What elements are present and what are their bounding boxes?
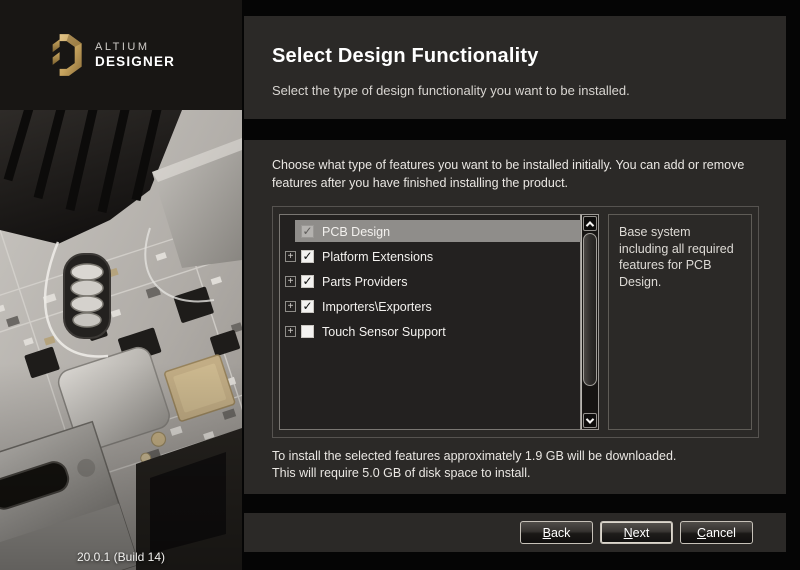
header-panel: Select Design Functionality Select the t… xyxy=(244,16,786,119)
scrollbar-thumb[interactable] xyxy=(583,233,597,386)
main-panel: Choose what type of features you want to… xyxy=(244,140,786,494)
scrollbar-track[interactable] xyxy=(583,232,597,412)
expand-toggle-icon[interactable]: + xyxy=(285,326,296,337)
feature-checkbox[interactable]: ✓ xyxy=(301,225,314,238)
chevron-down-icon xyxy=(586,415,594,423)
feature-row-touch-sensor-support[interactable]: + ✓ Touch Sensor Support xyxy=(280,319,581,344)
feature-row-platform-extensions[interactable]: + ✓ Platform Extensions xyxy=(280,244,581,269)
feature-row-importers-exporters[interactable]: + ✓ Importers\Exporters xyxy=(280,294,581,319)
instructions-text: Choose what type of features you want to… xyxy=(272,157,754,192)
installer-window: ALTIUM DESIGNER 20.0.1 (Build 14) Select… xyxy=(0,0,800,570)
back-button[interactable]: Back xyxy=(520,521,593,544)
feature-label: Importers\Exporters xyxy=(322,300,432,314)
expand-toggle-icon[interactable]: + xyxy=(285,301,296,312)
page-subtitle: Select the type of design functionality … xyxy=(272,83,758,98)
logo-area: ALTIUM DESIGNER xyxy=(0,0,242,110)
expand-toggle-icon[interactable]: + xyxy=(285,276,296,287)
feature-label: PCB Design xyxy=(322,225,390,239)
next-button[interactable]: Next xyxy=(600,521,673,544)
tree-scrollbar[interactable] xyxy=(581,215,598,429)
feature-tree: + ✓ PCB Design + ✓ Platform Extensions +… xyxy=(279,214,599,430)
check-icon: ✓ xyxy=(302,274,312,288)
scroll-down-button[interactable] xyxy=(583,413,597,428)
feature-checkbox[interactable]: ✓ xyxy=(301,300,314,313)
pcb-photo-image xyxy=(0,110,242,570)
brand-pane: ALTIUM DESIGNER 20.0.1 (Build 14) xyxy=(0,0,242,570)
check-icon: ✓ xyxy=(302,224,312,238)
chevron-up-icon xyxy=(586,221,594,229)
version-label: 20.0.1 (Build 14) xyxy=(0,550,242,564)
expand-toggle-icon[interactable]: + xyxy=(285,251,296,262)
check-icon: ✓ xyxy=(302,299,312,313)
feature-row-parts-providers[interactable]: + ✓ Parts Providers xyxy=(280,269,581,294)
feature-label: Platform Extensions xyxy=(322,250,433,264)
brand-name-designer: DESIGNER xyxy=(95,54,175,69)
feature-label: Parts Providers xyxy=(322,275,407,289)
scroll-up-button[interactable] xyxy=(583,216,597,231)
feature-description-box: Base system including all required featu… xyxy=(608,214,752,430)
page-title: Select Design Functionality xyxy=(272,45,758,68)
altium-logo: ALTIUM DESIGNER xyxy=(48,24,175,86)
footer-bar: Back Next Cancel xyxy=(244,513,786,552)
check-icon: ✓ xyxy=(302,249,312,263)
cancel-button[interactable]: Cancel xyxy=(680,521,753,544)
feature-tree-rows: + ✓ PCB Design + ✓ Platform Extensions +… xyxy=(280,215,581,429)
feature-checkbox[interactable]: ✓ xyxy=(301,275,314,288)
feature-checkbox[interactable]: ✓ xyxy=(301,325,314,338)
disk-space-note: This will require 5.0 GB of disk space t… xyxy=(272,465,759,482)
brand-name-altium: ALTIUM xyxy=(95,41,175,53)
altium-logo-icon xyxy=(48,24,84,86)
feature-label: Touch Sensor Support xyxy=(322,325,446,339)
feature-selection-frame: + ✓ PCB Design + ✓ Platform Extensions +… xyxy=(272,206,759,438)
feature-row-pcb-design[interactable]: + ✓ PCB Design xyxy=(280,219,581,244)
feature-checkbox[interactable]: ✓ xyxy=(301,250,314,263)
download-size-note: To install the selected features approxi… xyxy=(272,448,759,465)
